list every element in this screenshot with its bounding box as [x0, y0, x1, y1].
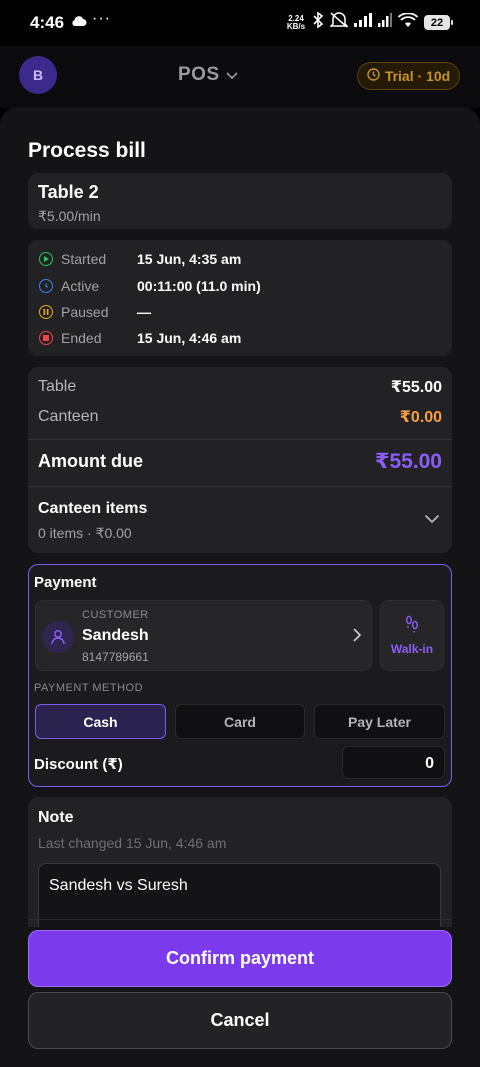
- play-icon: [39, 252, 53, 266]
- avatar[interactable]: B: [19, 56, 57, 94]
- pay-later-button[interactable]: Pay Later: [314, 704, 445, 739]
- chevron-down-icon: [226, 64, 238, 86]
- cancel-button[interactable]: Cancel: [28, 992, 452, 1049]
- battery-icon: 22: [424, 15, 453, 30]
- walk-in-label: Walk-in: [390, 642, 434, 656]
- confirm-payment-button[interactable]: Confirm payment: [28, 930, 452, 987]
- signal-icon-2: [378, 13, 392, 32]
- wifi-icon: [397, 11, 419, 33]
- clock-icon: [367, 68, 380, 84]
- discount-label: Discount (₹): [34, 756, 123, 773]
- trial-badge[interactable]: Trial · 10d: [357, 62, 460, 90]
- pause-icon: [39, 305, 53, 319]
- walk-in-button[interactable]: Walk-in: [380, 600, 444, 671]
- status-time: 4:46: [30, 13, 65, 32]
- time-value: —: [137, 304, 151, 320]
- payment-card: Payment CUSTOMER Sandesh 8147789661 Walk…: [28, 564, 452, 787]
- note-last-changed: Last changed 15 Jun, 4:46 am: [38, 835, 227, 851]
- card-button[interactable]: Card: [175, 704, 305, 739]
- footprints-icon: [404, 615, 420, 636]
- amounts-card: Table ₹55.00 Canteen ₹0.00 Amount due ₹5…: [28, 367, 452, 553]
- timer-icon: [39, 279, 53, 293]
- canteen-items-title[interactable]: Canteen items: [38, 500, 147, 518]
- payment-title: Payment: [34, 574, 97, 591]
- session-times-card: Started 15 Jun, 4:35 am Active 00:11:00 …: [28, 240, 452, 356]
- table-card: Table 2 ₹5.00/min: [28, 173, 452, 229]
- divider: [28, 439, 452, 440]
- time-label: Paused: [61, 304, 109, 320]
- table-rate: ₹5.00/min: [38, 208, 101, 224]
- customer-label: CUSTOMER: [82, 609, 149, 621]
- table-name: Table 2: [38, 182, 99, 202]
- mute-icon: [329, 12, 349, 33]
- network-speed-unit: KB/s: [286, 21, 306, 31]
- page-title: POS: [178, 64, 220, 85]
- amount-due-value: ₹55.00: [374, 450, 442, 473]
- avatar-initial: B: [32, 67, 44, 83]
- note-card: Note Last changed 15 Jun, 4:46 am Sandes…: [28, 797, 452, 927]
- customer-phone: 8147789661: [82, 650, 149, 664]
- customer-name: Sandesh: [82, 627, 149, 644]
- cloud-icon: [71, 14, 87, 32]
- status-icons: 2.24 KB/s 22: [286, 11, 453, 33]
- chevron-down-icon[interactable]: [424, 511, 440, 529]
- stop-icon: [39, 331, 53, 345]
- chevron-right-icon: [353, 628, 362, 647]
- time-label: Started: [61, 251, 107, 267]
- canteen-amount-value: ₹0.00: [399, 409, 442, 426]
- time-row-started: Started 15 Jun, 4:35 am: [39, 249, 241, 269]
- divider: [28, 486, 452, 487]
- time-row-ended: Ended 15 Jun, 4:46 am: [39, 328, 241, 348]
- sheet-title: Process bill: [28, 139, 146, 162]
- discount-input[interactable]: 0: [342, 746, 445, 779]
- status-bar: 4:46 ··· 2.24 KB/s 22: [0, 0, 480, 46]
- payment-method-label: PAYMENT METHOD: [34, 682, 144, 694]
- divider: [28, 919, 452, 920]
- table-amount-label: Table: [38, 378, 77, 395]
- table-amount-value: ₹55.00: [390, 379, 442, 396]
- note-title: Note: [38, 809, 74, 826]
- canteen-items-summary: 0 items · ₹0.00: [38, 525, 132, 541]
- bluetooth-icon: [312, 11, 324, 33]
- signal-icon: [354, 13, 372, 32]
- more-notifications-icon: ···: [92, 10, 111, 27]
- process-bill-sheet: Process bill Table 2 ₹5.00/min Started 1…: [0, 107, 480, 1067]
- battery-level: 22: [430, 16, 444, 29]
- app-header: B POS Trial · 10d: [0, 46, 480, 108]
- network-speed: 2.24 KB/s: [286, 14, 306, 31]
- cash-button[interactable]: Cash: [35, 704, 166, 739]
- amount-due-label: Amount due: [38, 451, 143, 471]
- table-amount-row: Table ₹55.00: [38, 377, 442, 397]
- canteen-amount-row: Canteen ₹0.00: [38, 407, 442, 427]
- canteen-amount-label: Canteen: [38, 408, 99, 425]
- time-value: 15 Jun, 4:46 am: [137, 330, 242, 346]
- time-row-paused: Paused —: [39, 302, 151, 322]
- customer-selector[interactable]: CUSTOMER Sandesh 8147789661: [35, 600, 372, 671]
- note-textarea[interactable]: Sandesh vs Suresh: [38, 863, 441, 927]
- time-row-active: Active 00:11:00 (11.0 min): [39, 276, 261, 296]
- time-value: 00:11:00 (11.0 min): [137, 278, 261, 294]
- pos-dropdown[interactable]: POS: [178, 64, 238, 86]
- time-label: Ended: [61, 330, 102, 346]
- amount-due-row: Amount due ₹55.00: [38, 449, 442, 474]
- time-value: 15 Jun, 4:35 am: [137, 251, 242, 267]
- user-icon: [42, 621, 74, 653]
- time-label: Active: [61, 278, 100, 294]
- trial-label: Trial · 10d: [384, 68, 451, 84]
